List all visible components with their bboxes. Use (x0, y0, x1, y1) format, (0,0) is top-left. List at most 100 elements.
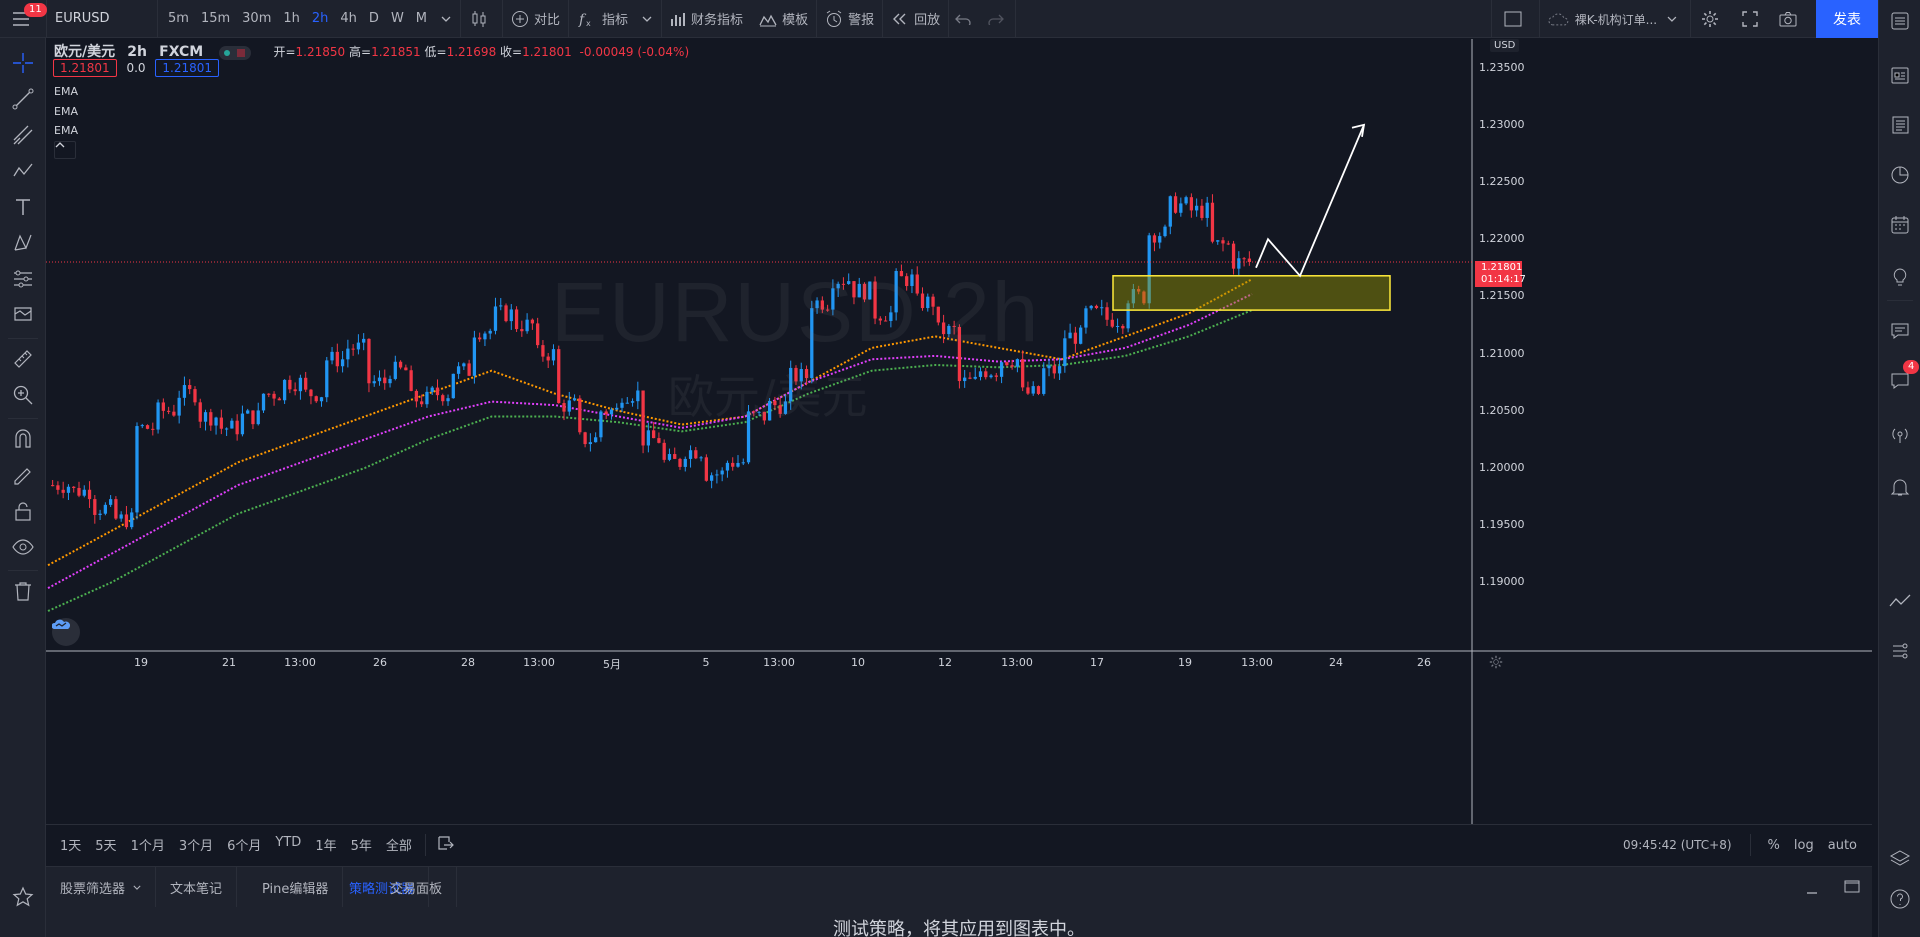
streams-button[interactable] (1885, 420, 1915, 450)
visibility-toggle[interactable] (219, 45, 252, 60)
collapse-legend-button[interactable] (54, 141, 76, 159)
timeframe-W[interactable]: W (385, 0, 410, 38)
candle-body (446, 398, 450, 402)
candle-body (1231, 243, 1236, 269)
timeframe-M[interactable]: M (410, 0, 433, 38)
period-2[interactable]: 1个月 (124, 835, 172, 854)
buy-price-button[interactable]: 1.21801 (155, 59, 219, 77)
alerts-button[interactable]: 警报 (817, 0, 882, 38)
symbol-search[interactable]: EURUSD (47, 0, 157, 38)
notifications-button[interactable] (1885, 472, 1915, 502)
data-window-button[interactable] (1885, 110, 1915, 140)
time-tick-label: 19 (134, 656, 148, 669)
hotlist-button[interactable] (1885, 160, 1915, 190)
prediction-tool[interactable] (8, 264, 38, 294)
sell-price-button[interactable]: 1.21801 (53, 59, 117, 77)
period-3[interactable]: 3个月 (172, 835, 220, 854)
fullscreen-button[interactable] (1734, 0, 1771, 38)
timeframe-15m[interactable]: 15m (195, 0, 236, 38)
undo-button[interactable] (949, 0, 982, 38)
candle-body (393, 361, 397, 379)
calendar-button[interactable] (1885, 210, 1915, 240)
minimize-panel-button[interactable] (1806, 879, 1818, 898)
compare-button[interactable]: 对比 (503, 0, 568, 38)
magnet-tool[interactable] (8, 424, 38, 454)
tab-stock-screener[interactable]: 股票筛选器 (46, 867, 156, 907)
indicators-button[interactable]: fx 指标 (569, 0, 661, 38)
indicator-ema-3[interactable]: EMA (54, 124, 78, 137)
period-6[interactable]: 1年 (308, 835, 343, 854)
alerts-label: 警报 (848, 13, 875, 28)
pitchfork-tool[interactable] (8, 120, 38, 150)
zoom-tool[interactable] (8, 380, 38, 410)
clock-readout[interactable]: 09:45:42 (UTC+8) (1623, 838, 1732, 852)
period-7[interactable]: 5年 (344, 835, 379, 854)
goto-date-button[interactable] (432, 835, 460, 854)
candle-body (1063, 338, 1067, 367)
period-4[interactable]: 6个月 (220, 835, 268, 854)
period-8[interactable]: 全部 (379, 835, 419, 854)
icon-tool[interactable] (8, 300, 38, 330)
candle-body (256, 410, 260, 425)
auto-toggle[interactable]: auto (1821, 838, 1864, 853)
candle-body (214, 417, 218, 426)
publish-button[interactable]: 发表 (1816, 0, 1878, 38)
settings-button[interactable] (1691, 0, 1734, 38)
percent-toggle[interactable]: % (1761, 838, 1787, 853)
tab-trading-panel[interactable]: 交易面板 (376, 867, 458, 907)
replay-button[interactable]: 回放 (883, 0, 948, 38)
layers-button[interactable] (1885, 844, 1915, 874)
maximize-panel-button[interactable] (1844, 878, 1860, 897)
candle-body (166, 410, 171, 412)
xabcd-tool[interactable] (8, 228, 38, 258)
timeframe-D[interactable]: D (363, 0, 385, 38)
menu-button[interactable]: 11 (0, 0, 47, 38)
order-panel-button[interactable] (1885, 636, 1915, 666)
timeframe-5m[interactable]: 5m (162, 0, 195, 38)
layout-name-dropdown[interactable]: 裸K-机构订单... (1540, 0, 1690, 38)
candle-body (688, 450, 693, 459)
chart-type-button[interactable] (461, 0, 502, 38)
layout-toggle-button[interactable] (1492, 0, 1539, 38)
period-0[interactable]: 1天 (53, 835, 88, 854)
lock-drawings-tool[interactable] (8, 496, 38, 526)
indicator-ema-1[interactable]: EMA (54, 85, 78, 98)
timeframe-dropdown[interactable] (437, 0, 460, 38)
log-toggle[interactable]: log (1787, 838, 1821, 853)
trading-ideas-stream-button[interactable] (1885, 586, 1915, 616)
redo-button[interactable] (982, 0, 1015, 38)
hide-drawings-tool[interactable] (8, 532, 38, 562)
help-button[interactable] (1885, 884, 1915, 914)
snapshot-button[interactable] (1771, 0, 1810, 38)
trendline-tool[interactable] (8, 84, 38, 114)
timeframe-2h[interactable]: 2h (306, 0, 335, 38)
alerts-panel-button[interactable] (1885, 60, 1915, 90)
price-tick-label: 1.20000 (1479, 460, 1525, 474)
favorites-tool[interactable] (8, 882, 38, 912)
candle-body (298, 377, 303, 392)
keep-drawing-tool[interactable] (8, 460, 38, 490)
pattern-tool[interactable] (8, 156, 38, 186)
period-1[interactable]: 5天 (88, 835, 123, 854)
timeframe-4h[interactable]: 4h (334, 0, 363, 38)
measure-tool[interactable] (8, 344, 38, 374)
period-5[interactable]: YTD (268, 835, 308, 854)
tab-text-notes[interactable]: 文本笔记 (156, 867, 238, 907)
public-chats-button[interactable] (1885, 316, 1915, 346)
crosshair-tool[interactable] (8, 48, 38, 78)
indicator-ema-2[interactable]: EMA (54, 105, 78, 118)
dot-icon (224, 49, 231, 56)
tradingview-logo[interactable] (52, 618, 80, 646)
timeframe-30m[interactable]: 30m (236, 0, 277, 38)
watchlist-button[interactable] (1885, 6, 1915, 36)
chart-area[interactable]: 欧元/美元 2h FXCM 开=1.21850 高=1.21851 低=1.21… (46, 39, 1872, 824)
timeframe-1h[interactable]: 1h (277, 0, 306, 38)
text-tool[interactable] (8, 192, 38, 222)
private-chats-button[interactable]: 4 (1885, 360, 1920, 396)
remove-drawings-tool[interactable] (8, 576, 38, 606)
tab-pine-editor[interactable]: Pine编辑器 (248, 867, 344, 907)
ideas-button[interactable] (1885, 262, 1915, 292)
financials-button[interactable]: 财务指标 (662, 0, 751, 38)
templates-button[interactable]: 模板 (751, 0, 816, 38)
bid-ask-row: 1.21801 0.0 1.21801 (53, 59, 219, 77)
